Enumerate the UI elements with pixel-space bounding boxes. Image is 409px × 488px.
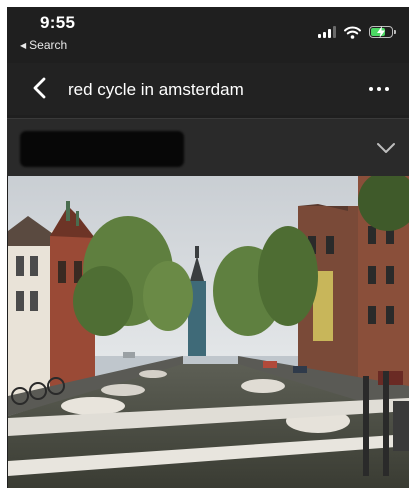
more-options-icon[interactable] [369, 87, 389, 91]
status-time: 9:55 [40, 13, 76, 32]
chevron-down-icon[interactable] [376, 141, 396, 155]
status-bar: 9:55 ◀ Search [7, 7, 409, 53]
search-query[interactable]: red cycle in amsterdam [68, 80, 244, 100]
amsterdam-canal-photo[interactable] [8, 176, 409, 488]
redacted-source-title [20, 131, 184, 167]
wifi-icon [344, 26, 361, 39]
back-triangle-icon: ◀ [20, 41, 27, 50]
search-header: red cycle in amsterdam [7, 63, 409, 115]
back-to-app-label: Search [29, 38, 68, 52]
chevron-left-icon[interactable] [29, 76, 53, 100]
battery-charging-icon [369, 26, 396, 38]
phone-screen: 9:55 ◀ Search red cycle in amsterdam [7, 7, 409, 488]
image-source-row[interactable] [7, 119, 409, 176]
back-to-app-link[interactable]: ◀ Search [20, 38, 67, 52]
status-icons [318, 24, 396, 40]
signal-icon [318, 26, 336, 38]
